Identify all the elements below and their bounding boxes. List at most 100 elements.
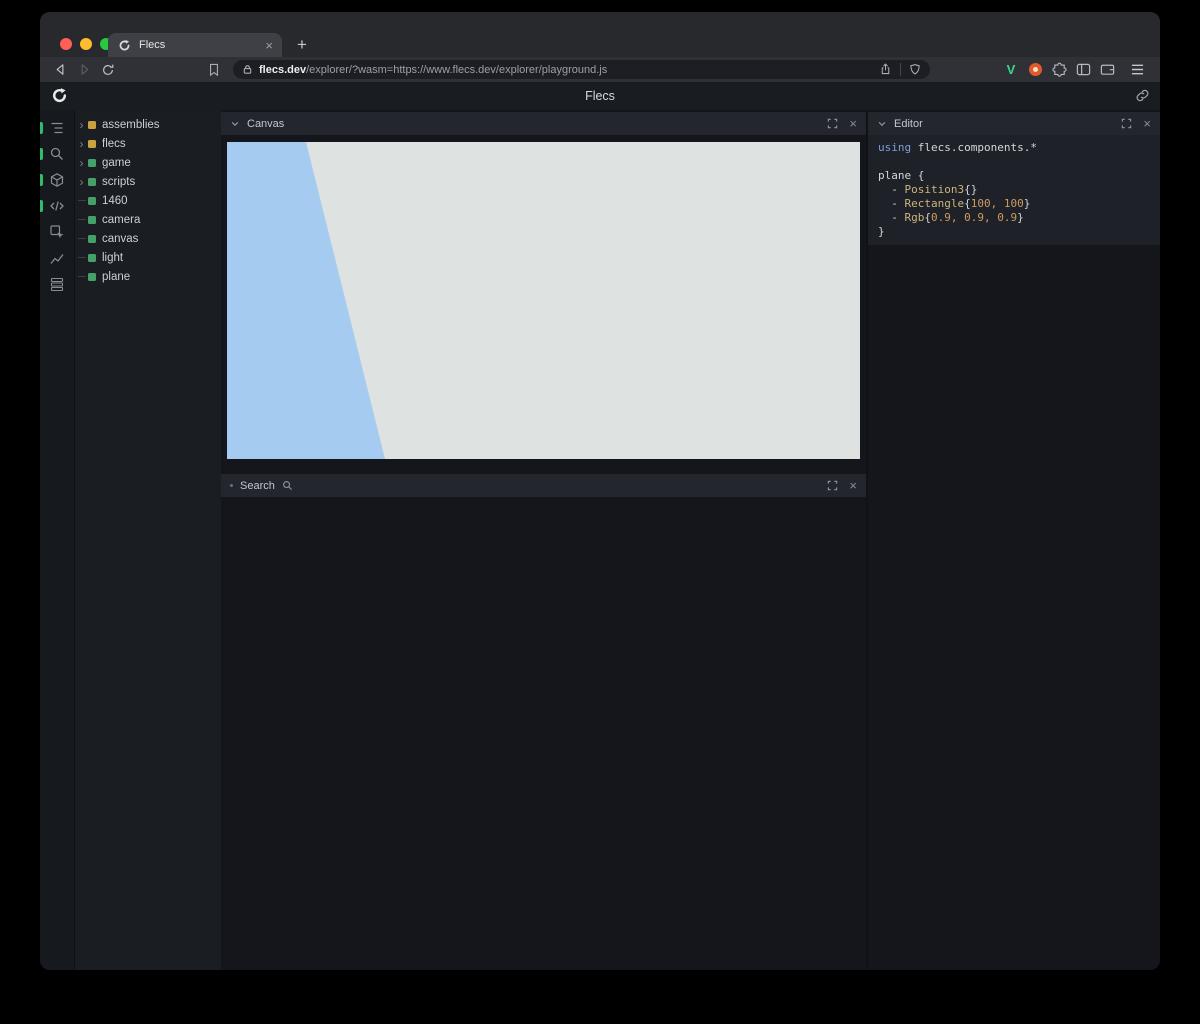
expand-arrow-icon[interactable]: › [75,119,88,131]
page-title: Flecs [40,89,1160,103]
entity-kind-square [88,159,96,167]
entity-label: 1460 [102,195,128,207]
close-panel-icon[interactable]: × [1143,117,1151,130]
close-panel-icon[interactable]: × [849,479,857,492]
canvas-panel-header: Canvas × [221,112,866,135]
flecs-explorer-page: Flecs [40,82,1160,970]
entity-label: scripts [102,176,135,188]
search-icon [282,480,293,491]
editor-panel-header: Editor × [868,112,1160,135]
sidebar-inspect-icon[interactable] [40,223,75,241]
entity-kind-square [88,273,96,281]
url-domain: flecs.dev [259,64,306,76]
minimize-window-button[interactable] [80,38,92,50]
browser-window: Flecs × + flecs.dev/explorer/?wasm=https… [40,12,1160,970]
browser-tab[interactable]: Flecs × [108,33,282,57]
entity-kind-square [88,121,96,129]
chevron-down-icon[interactable] [230,119,240,129]
forward-button[interactable] [73,59,95,81]
editor-code[interactable]: using flecs.components.* plane { - Posit… [868,135,1160,245]
entity-label: game [102,157,131,169]
entity-label: light [102,252,123,264]
new-tab-button[interactable]: + [290,33,314,57]
tree-item-flecs[interactable]: › flecs [75,134,221,153]
entity-label: camera [102,214,140,226]
sidebar-stats-icon[interactable] [40,249,75,267]
tree-item-canvas[interactable]: canvas [75,229,221,248]
fullscreen-icon[interactable] [827,118,838,129]
menu-button[interactable] [1126,59,1148,81]
search-panel-title: Search [240,480,275,492]
tab-close-icon[interactable]: × [265,39,273,52]
extension-orange-icon[interactable] [1024,59,1046,81]
extensions-puzzle-icon[interactable] [1048,59,1070,81]
tree-branch-line [75,257,88,258]
close-window-button[interactable] [60,38,72,50]
code-line[interactable]: - Rgb{0.9, 0.9, 0.9} [878,211,1150,225]
back-button[interactable] [49,59,71,81]
url-path: /explorer/?wasm=https://www.flecs.dev/ex… [306,64,607,76]
tab-bar: Flecs × + [40,12,1160,57]
fullscreen-icon[interactable] [827,480,838,491]
url-bar[interactable]: flecs.dev/explorer/?wasm=https://www.fle… [233,60,930,79]
entity-label: flecs [102,138,126,150]
navigation-bar: flecs.dev/explorer/?wasm=https://www.fle… [40,57,1160,82]
tree-item-light[interactable]: light [75,248,221,267]
flecs-logo-icon[interactable] [51,87,68,104]
sidebar-search-icon[interactable] [40,145,75,163]
code-line[interactable] [878,155,1150,169]
tree-item-assemblies[interactable]: › assemblies [75,115,221,134]
sidebar-tree-icon[interactable] [40,119,75,137]
bookmark-icon[interactable] [203,59,225,81]
extension-v-icon[interactable]: V [1000,59,1022,81]
tree-item-1460[interactable]: 1460 [75,191,221,210]
code-line[interactable]: - Rectangle{100, 100} [878,197,1150,211]
code-line[interactable]: using flecs.components.* [878,141,1150,155]
code-line[interactable]: plane { [878,169,1150,183]
fullscreen-icon[interactable] [1121,118,1132,129]
search-panel-header[interactable]: Search × [221,474,866,497]
chevron-down-icon[interactable] [877,119,887,129]
close-panel-icon[interactable]: × [849,117,857,130]
tree-item-game[interactable]: › game [75,153,221,172]
wallet-icon[interactable] [1096,59,1118,81]
entity-label: plane [102,271,130,283]
entity-label: assemblies [102,119,160,131]
brave-shield-icon[interactable] [909,63,921,76]
lock-icon [242,64,253,75]
tab-title: Flecs [139,39,265,51]
collapsed-dot-icon [230,484,233,487]
reload-button[interactable] [97,59,119,81]
permalink-icon[interactable] [1135,88,1150,103]
entity-label: canvas [102,233,138,245]
entity-kind-square [88,235,96,243]
canvas-panel-title: Canvas [247,118,284,130]
app-header: Flecs [40,82,1160,110]
sidebar-rows-icon[interactable] [40,275,75,293]
tree-branch-line [75,200,88,201]
canvas-3d-viewport[interactable] [227,142,860,459]
entity-kind-square [88,197,96,205]
tool-strip [40,110,75,970]
tree-branch-line [75,238,88,239]
tree-item-plane[interactable]: plane [75,267,221,286]
expand-arrow-icon[interactable]: › [75,176,88,188]
sidebar-scene-icon[interactable] [40,171,75,189]
sidebar-toggle-icon[interactable] [1072,59,1094,81]
sidebar-code-icon[interactable] [40,197,75,215]
tree-item-camera[interactable]: camera [75,210,221,229]
code-line[interactable]: - Position3{} [878,183,1150,197]
entity-kind-square [88,178,96,186]
tree-branch-line [75,276,88,277]
editor-panel-title: Editor [894,118,923,130]
url-text: flecs.dev/explorer/?wasm=https://www.fle… [259,64,607,76]
expand-arrow-icon[interactable]: › [75,157,88,169]
toolbar-divider [900,63,901,76]
entity-kind-square [88,140,96,148]
tree-item-scripts[interactable]: › scripts [75,172,221,191]
code-line[interactable]: } [878,225,1150,239]
share-icon[interactable] [879,63,892,76]
tree-branch-line [75,219,88,220]
expand-arrow-icon[interactable]: › [75,138,88,150]
entity-tree: › assemblies › flecs › game › scripts 1460 camera… [75,110,221,970]
